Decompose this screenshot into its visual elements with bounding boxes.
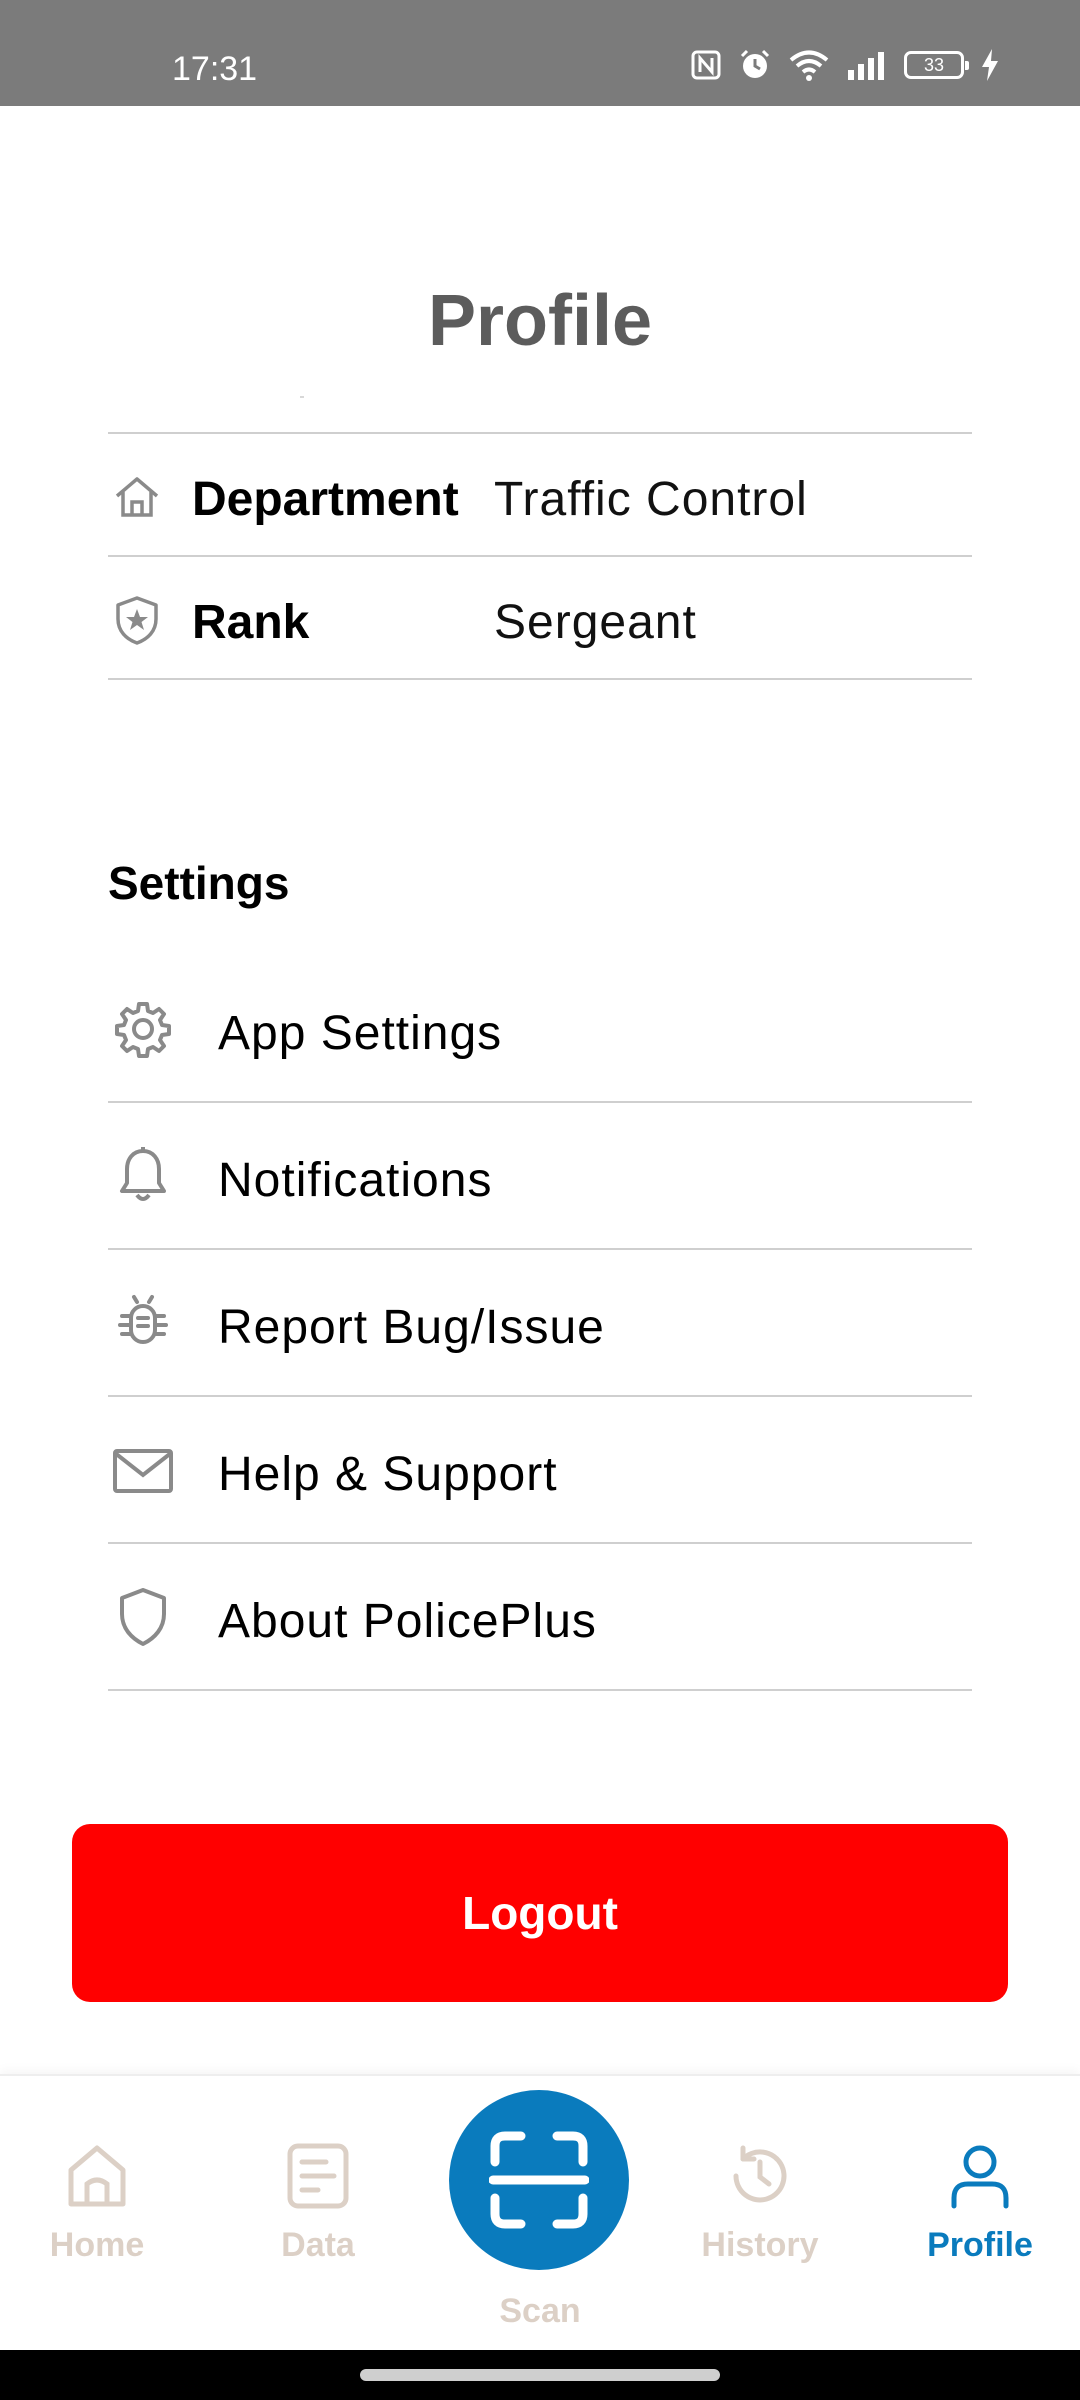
bottom-nav: Home Data Scan History Profile — [0, 2074, 1080, 2352]
history-icon — [733, 2145, 787, 2203]
divider — [108, 1689, 972, 1691]
status-icons: 33 — [690, 48, 1000, 82]
nav-label-home: Home — [49, 2226, 145, 2264]
settings-title: Settings — [108, 857, 290, 909]
settings-item-app-settings[interactable]: App Settings — [108, 956, 972, 1102]
nav-item-profile[interactable]: Profile — [880, 2140, 1080, 2265]
divider — [108, 678, 972, 680]
nav-label-history: History — [701, 2226, 819, 2264]
nav-label-data: Data — [281, 2226, 355, 2264]
nav-item-data[interactable]: Data — [218, 2140, 418, 2265]
info-row-department: Department Traffic Control — [108, 434, 972, 556]
home-icon — [68, 2145, 126, 2207]
settings-item-label: Help & Support — [218, 1448, 558, 1501]
nfc-icon — [691, 50, 721, 80]
settings-item-label: About PolicePlus — [218, 1595, 597, 1648]
bug-icon — [118, 1295, 168, 1344]
badge-shield-icon — [116, 596, 158, 645]
user-icon — [951, 2145, 1009, 2209]
nav-label-profile: Profile — [927, 2226, 1033, 2264]
building-icon — [115, 477, 159, 517]
mail-icon — [113, 1449, 173, 1493]
rank-value: Sergeant — [494, 596, 697, 649]
charging-icon — [982, 49, 998, 81]
settings-item-label: Report Bug/Issue — [218, 1301, 605, 1354]
settings-item-help-support[interactable]: Help & Support — [108, 1397, 972, 1543]
logout-button[interactable]: Logout — [72, 1824, 1008, 2002]
settings-item-notifications[interactable]: Notifications — [108, 1103, 972, 1249]
system-gesture-bar — [0, 2350, 1080, 2400]
alarm-icon — [740, 49, 770, 78]
settings-item-report-bug[interactable]: Report Bug/Issue — [108, 1250, 972, 1396]
divider-artifact — [300, 396, 304, 398]
department-label: Department — [192, 473, 459, 526]
department-value: Traffic Control — [494, 473, 808, 526]
gesture-handle[interactable] — [360, 2369, 720, 2381]
settings-item-label: Notifications — [218, 1154, 493, 1207]
document-icon — [287, 2143, 349, 2209]
page-title: Profile — [427, 281, 653, 361]
wifi-icon — [789, 50, 829, 81]
nav-label-scan: Scan — [499, 2292, 581, 2330]
settings-item-about[interactable]: About PolicePlus — [108, 1544, 972, 1690]
bell-icon — [120, 1147, 166, 1201]
battery-icon: 33 — [904, 51, 969, 79]
status-time: 17:31 — [172, 50, 258, 88]
nav-item-history[interactable]: History — [660, 2140, 860, 2265]
scan-icon — [489, 2131, 589, 2229]
rank-label: Rank — [192, 596, 310, 649]
nav-item-home[interactable]: Home — [0, 2140, 197, 2265]
shield-icon — [120, 1588, 166, 1646]
info-row-rank: Rank Sergeant — [108, 557, 972, 679]
status-bar: 17:31 33 — [0, 0, 1080, 106]
gear-icon — [115, 1002, 171, 1058]
scan-button[interactable] — [449, 2090, 629, 2270]
signal-icon — [848, 52, 884, 80]
settings-item-label: App Settings — [218, 1007, 503, 1060]
